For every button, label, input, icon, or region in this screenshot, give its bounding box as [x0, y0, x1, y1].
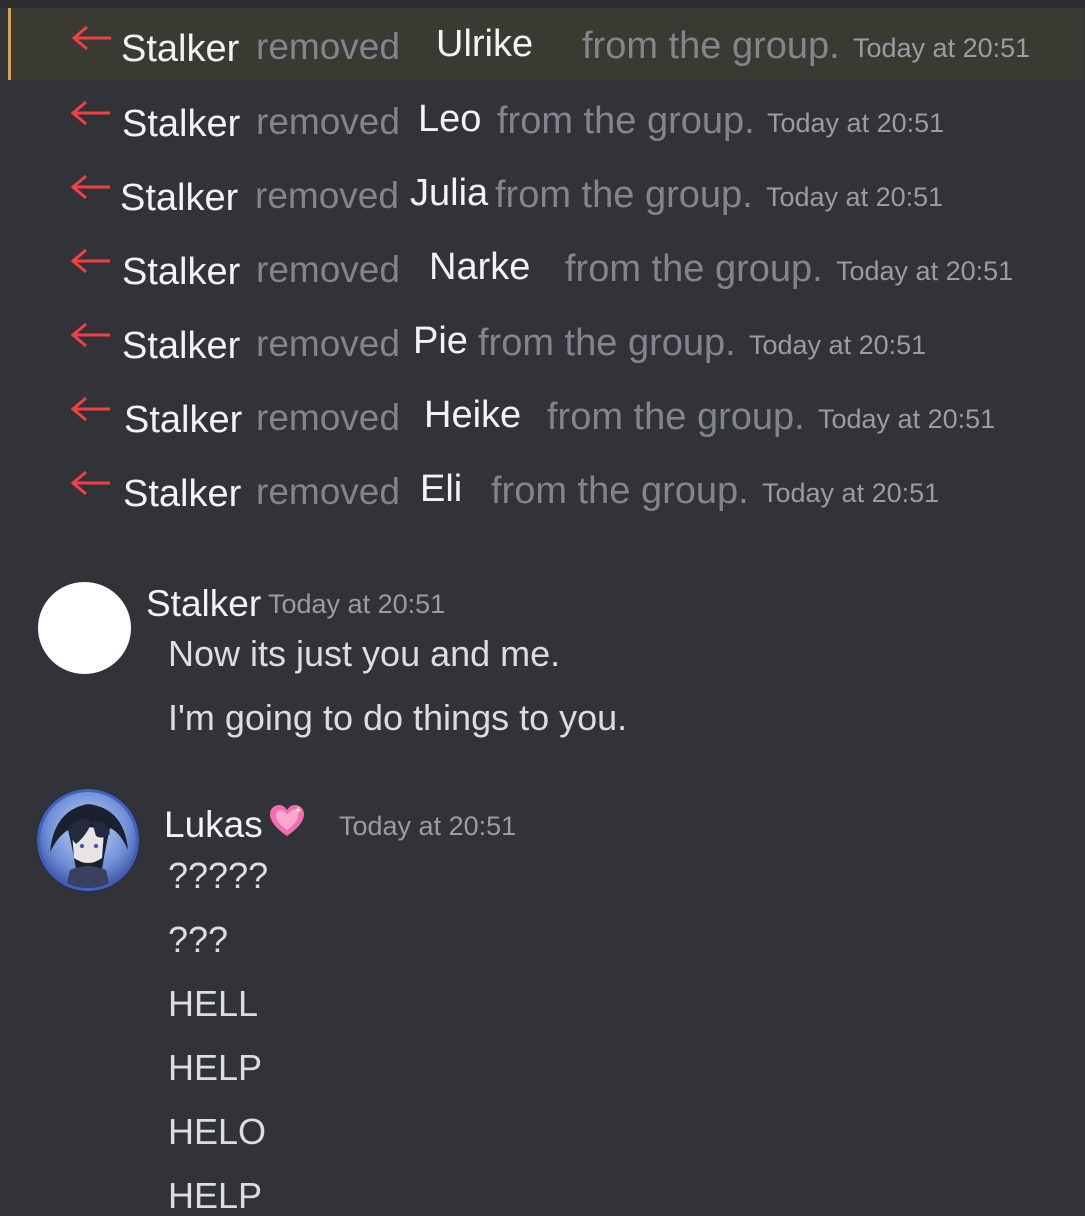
- system-message-row[interactable]: Stalker removed Pie from the group. Toda…: [10, 305, 1083, 377]
- timestamp[interactable]: Today at 20:51: [766, 184, 943, 211]
- system-message-row[interactable]: Stalker removed Heike from the group. To…: [10, 379, 1083, 451]
- message-text: I'm going to do things to you.: [168, 697, 628, 738]
- system-target-name[interactable]: Leo: [418, 100, 481, 138]
- system-actor-name[interactable]: Stalker: [123, 475, 241, 513]
- system-actor-name[interactable]: Stalker: [122, 327, 240, 365]
- timestamp[interactable]: Today at 20:51: [818, 406, 995, 433]
- system-verb: removed: [256, 323, 400, 364]
- system-message-row[interactable]: Stalker removed Julia from the group. To…: [10, 157, 1083, 229]
- timestamp[interactable]: Today at 20:51: [762, 480, 939, 507]
- system-verb: removed: [256, 249, 400, 290]
- system-verb: removed: [256, 26, 400, 67]
- left-arrow-icon: [68, 320, 112, 350]
- timestamp[interactable]: Today at 20:51: [836, 258, 1013, 285]
- timestamp[interactable]: Today at 20:51: [749, 332, 926, 359]
- message-text: ???: [168, 919, 229, 960]
- timestamp[interactable]: Today at 20:51: [853, 35, 1030, 62]
- system-target-name[interactable]: Heike: [424, 396, 521, 434]
- message-text: ?????: [168, 855, 269, 896]
- system-text: from the group.: [478, 322, 736, 364]
- system-verb: removed: [256, 471, 400, 512]
- left-arrow-icon: [68, 394, 112, 424]
- system-target-name[interactable]: Eli: [420, 470, 462, 508]
- system-target-name[interactable]: Ulrike: [436, 25, 533, 63]
- system-actor-name[interactable]: Stalker: [121, 30, 239, 68]
- message-text: HELL: [168, 983, 259, 1024]
- top-edge: [0, 0, 1085, 8]
- message-text: HELP: [168, 1047, 263, 1088]
- left-arrow-icon: [68, 246, 112, 276]
- system-target-name[interactable]: Julia: [410, 174, 488, 212]
- system-text: from the group.: [491, 470, 749, 512]
- system-actor-name[interactable]: Stalker: [122, 253, 240, 291]
- system-message-row[interactable]: Stalker removed Narke from the group. To…: [10, 231, 1083, 303]
- system-actor-name[interactable]: Stalker: [122, 105, 240, 143]
- sparkling-heart-icon: [268, 802, 306, 840]
- system-message-row[interactable]: Stalker removed Leo from the group. Toda…: [10, 83, 1083, 155]
- left-arrow-icon: [68, 468, 112, 498]
- system-message-row[interactable]: Stalker removed Ulrike from the group. T…: [8, 8, 1084, 80]
- system-text: from the group.: [582, 25, 840, 67]
- system-verb: removed: [256, 397, 400, 438]
- system-target-name[interactable]: Pie: [413, 322, 468, 360]
- message-author[interactable]: Lukas: [164, 806, 263, 843]
- system-target-name[interactable]: Narke: [429, 248, 530, 286]
- left-arrow-icon: [68, 98, 112, 128]
- system-text: from the group.: [547, 396, 805, 438]
- timestamp[interactable]: Today at 20:51: [767, 110, 944, 137]
- avatar[interactable]: [38, 582, 131, 674]
- timestamp[interactable]: Today at 20:51: [268, 591, 445, 618]
- message-text: HELP: [168, 1175, 263, 1216]
- system-text: from the group.: [497, 100, 755, 142]
- system-text: from the group.: [565, 248, 823, 290]
- system-verb: removed: [255, 175, 399, 216]
- message-text: HELO: [168, 1111, 267, 1152]
- avatar[interactable]: [40, 792, 136, 888]
- left-arrow-icon: [68, 172, 112, 202]
- message-author[interactable]: Stalker: [146, 585, 261, 622]
- system-message-row[interactable]: Stalker removed Eli from the group. Toda…: [10, 453, 1083, 525]
- system-text: from the group.: [495, 174, 753, 216]
- system-actor-name[interactable]: Stalker: [120, 179, 238, 217]
- system-verb: removed: [256, 101, 400, 142]
- left-arrow-icon: [69, 23, 113, 53]
- message-text: Now its just you and me.: [168, 633, 561, 674]
- system-actor-name[interactable]: Stalker: [124, 401, 242, 439]
- timestamp[interactable]: Today at 20:51: [339, 813, 516, 840]
